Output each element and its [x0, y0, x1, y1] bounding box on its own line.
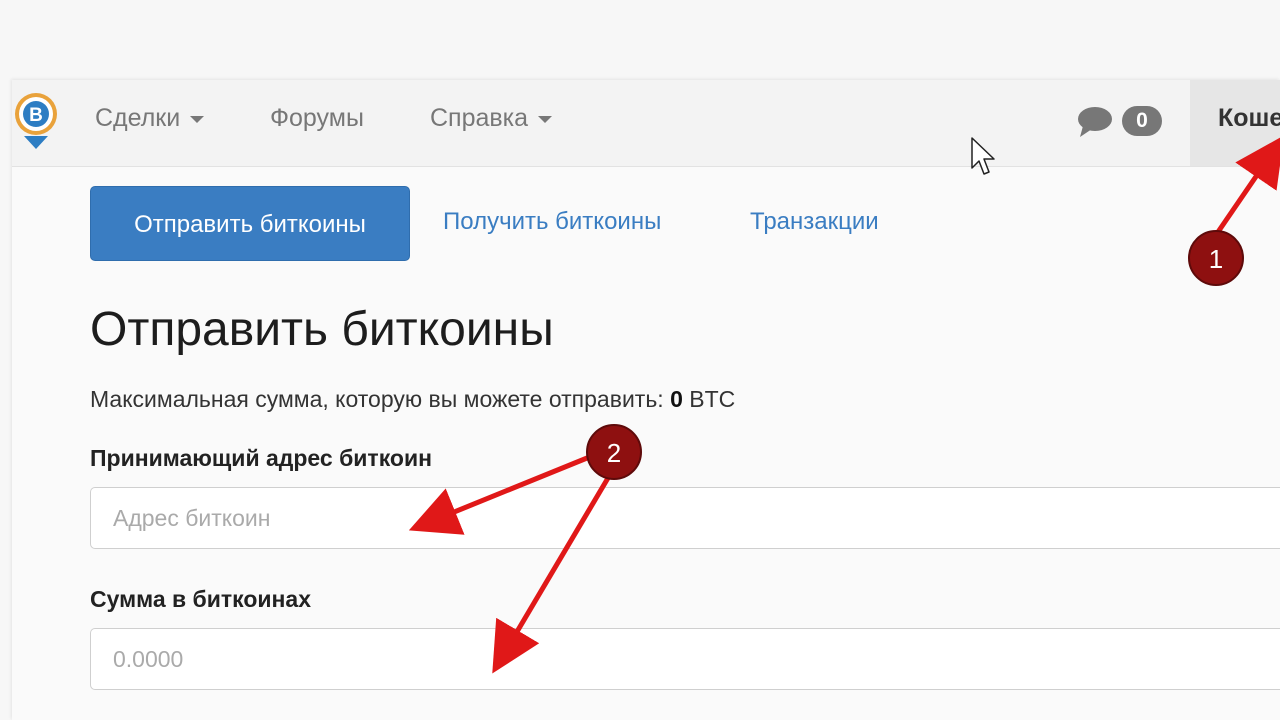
- nav-help-label: Справка: [430, 104, 529, 132]
- max-amount-unit: BTC: [682, 386, 736, 412]
- nav-deals-label: Сделки: [95, 104, 181, 132]
- nav-forums[interactable]: Форумы: [270, 104, 364, 133]
- page-title: Отправить биткоины: [90, 303, 554, 356]
- caret-down-icon: [190, 115, 205, 123]
- bitcoin-address-input[interactable]: [90, 487, 1280, 549]
- chat-bubble-icon[interactable]: [1077, 106, 1113, 138]
- bitcoin-amount-input[interactable]: [90, 628, 1280, 690]
- receive-bitcoins-tab-link[interactable]: Получить биткоины: [443, 208, 661, 236]
- nav-help[interactable]: Справка: [430, 104, 553, 133]
- caret-down-icon: [538, 115, 553, 123]
- bitcoin-logo-icon[interactable]: B: [12, 92, 60, 152]
- address-label: Принимающий адрес биткоин: [90, 445, 432, 471]
- nav-deals[interactable]: Сделки: [95, 104, 205, 133]
- nav-forums-label: Форумы: [270, 104, 364, 132]
- page-frame: B Сделки Форумы Справка 0 Кошелек Отправ…: [12, 80, 1280, 720]
- max-amount-prefix: Максимальная сумма, которую вы можете от…: [90, 386, 671, 412]
- wallet-label: Кошелек: [1218, 104, 1280, 132]
- top-navbar: B Сделки Форумы Справка 0 Кошелек: [12, 80, 1280, 167]
- svg-text:B: B: [29, 105, 43, 126]
- max-amount-value: 0: [670, 386, 683, 412]
- message-count-badge[interactable]: 0: [1122, 106, 1162, 136]
- transactions-tab-link[interactable]: Транзакции: [750, 208, 879, 236]
- max-amount-text: Максимальная сумма, которую вы можете от…: [90, 386, 735, 413]
- amount-label: Сумма в биткоинах: [90, 586, 312, 612]
- wallet-menu[interactable]: Кошелек: [1190, 80, 1280, 166]
- send-bitcoins-tab-button[interactable]: Отправить биткоины: [90, 186, 410, 261]
